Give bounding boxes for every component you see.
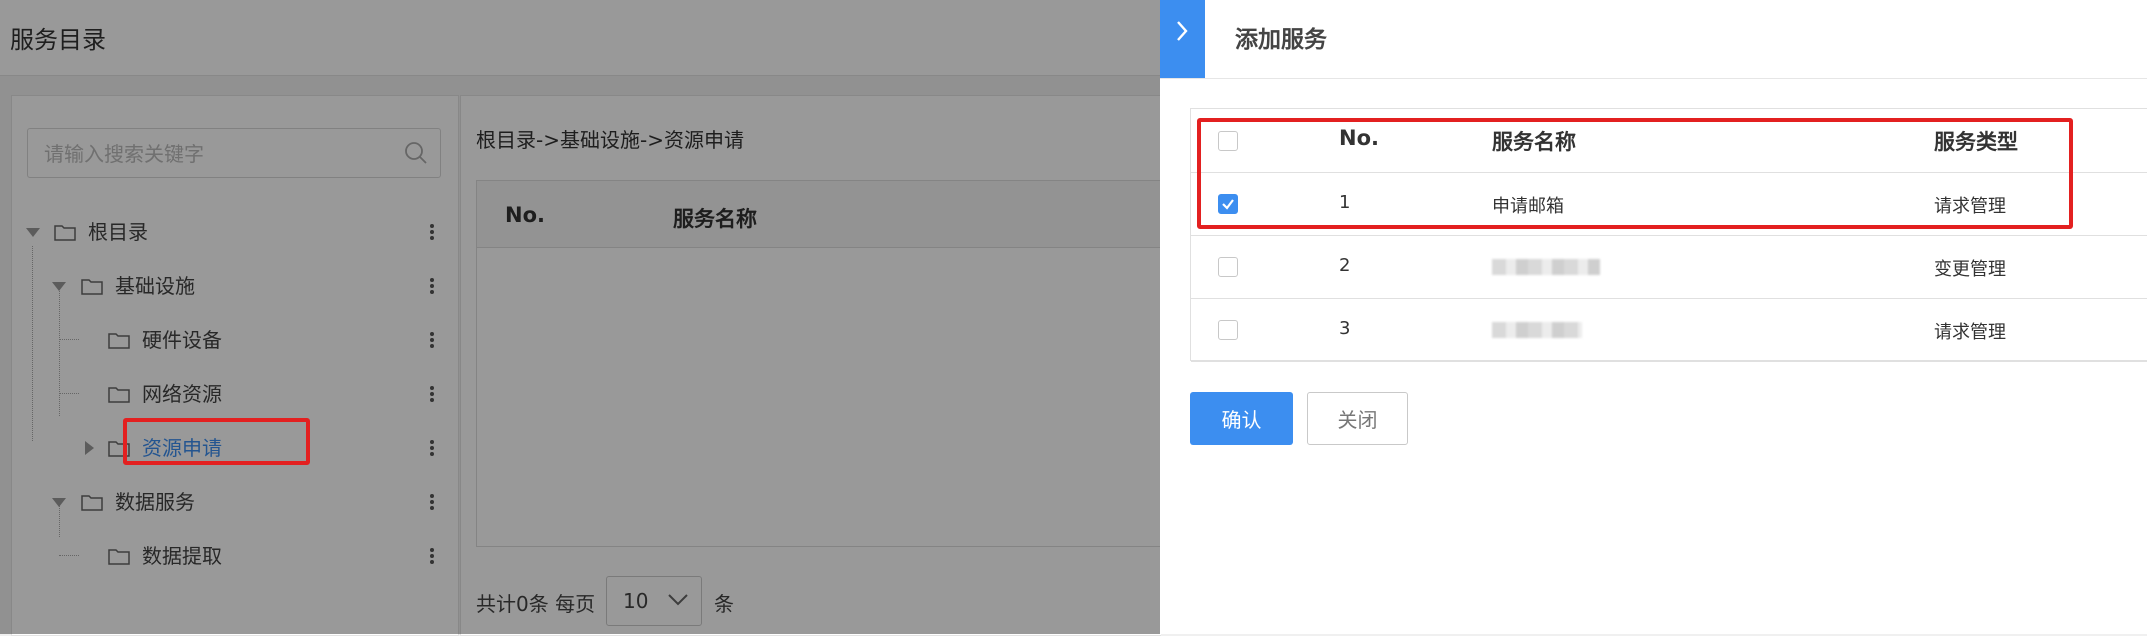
divider	[1160, 78, 2147, 79]
row-checkbox[interactable]	[1218, 320, 1238, 340]
column-header-name: 服务名称	[1492, 130, 1576, 154]
checkmark-icon	[1222, 199, 1234, 210]
select-all-checkbox[interactable]	[1218, 131, 1238, 151]
row-checkbox[interactable]	[1218, 257, 1238, 277]
row-service-type: 请求管理	[1934, 196, 2006, 217]
row-service-name: 申请邮箱	[1492, 196, 1564, 217]
table-header: No. 服务名称 服务类型	[1191, 109, 2147, 173]
table-row[interactable]: 2 变更管理	[1191, 235, 2147, 299]
drawer-collapse-button[interactable]	[1160, 0, 1205, 78]
row-service-name-redacted	[1492, 259, 1600, 275]
row-checkbox[interactable]	[1218, 194, 1238, 214]
row-service-type: 变更管理	[1934, 259, 2006, 280]
close-button[interactable]: 关闭	[1307, 392, 1408, 445]
confirm-button[interactable]: 确认	[1190, 392, 1293, 445]
add-service-drawer: 添加服务 No. 服务名称 服务类型 1 申请邮箱 请求管理 2 变更管理 3 …	[1160, 0, 2147, 634]
chevron-right-icon	[1177, 21, 1188, 41]
row-no: 2	[1339, 255, 1351, 276]
drawer-title: 添加服务	[1235, 27, 1327, 53]
row-service-name-redacted	[1492, 322, 1582, 338]
add-service-table: No. 服务名称 服务类型 1 申请邮箱 请求管理 2 变更管理 3 请求管理	[1190, 108, 2147, 362]
row-no: 1	[1339, 192, 1351, 213]
modal-overlay[interactable]	[0, 0, 1160, 634]
table-row[interactable]: 1 申请邮箱 请求管理	[1191, 172, 2147, 236]
row-no: 3	[1339, 318, 1351, 339]
table-row[interactable]: 3 请求管理	[1191, 298, 2147, 362]
column-header-type: 服务类型	[1934, 130, 2018, 154]
column-header-no: No.	[1339, 126, 1379, 150]
row-service-type: 请求管理	[1934, 322, 2006, 343]
